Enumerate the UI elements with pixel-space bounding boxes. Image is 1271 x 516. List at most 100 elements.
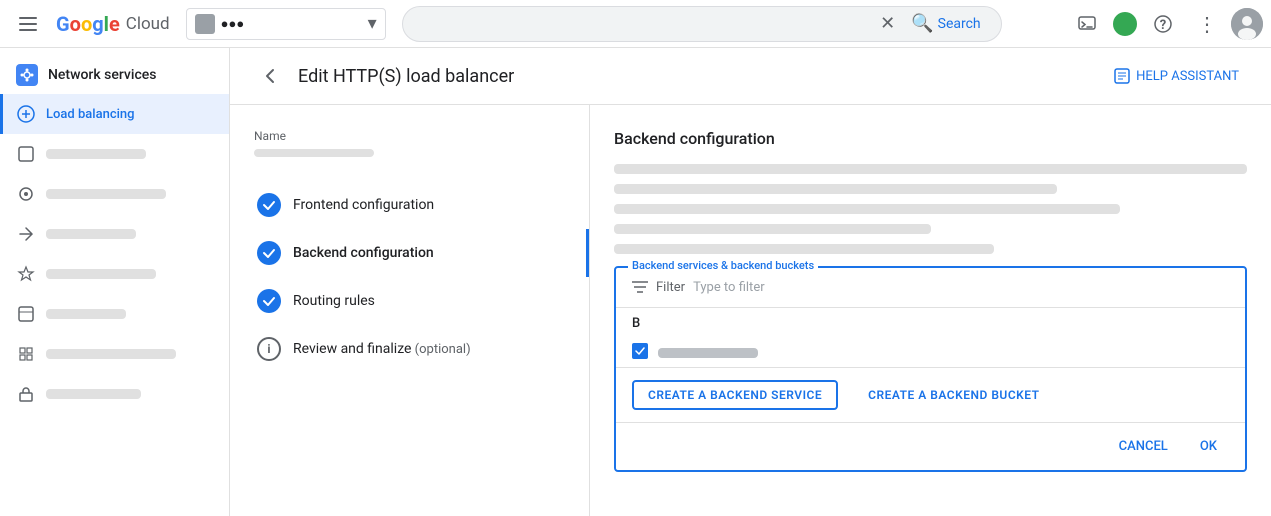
- checkmark-icon-2: [262, 246, 276, 260]
- step-backend[interactable]: Backend configuration: [254, 229, 565, 277]
- skeleton-2: [614, 184, 1057, 194]
- search-icon: 🔍: [911, 13, 933, 34]
- step-frontend[interactable]: Frontend configuration: [254, 181, 565, 229]
- back-arrow-icon: [260, 66, 280, 86]
- project-selector[interactable]: ●●● ▾: [186, 8, 386, 40]
- page-header: Edit HTTP(S) load balancer HELP ASSISTAN…: [230, 48, 1271, 105]
- skeleton-5: [614, 244, 994, 254]
- skeleton-1: [614, 164, 1247, 174]
- hamburger-menu[interactable]: [8, 4, 48, 44]
- cloud-text: Cloud: [126, 14, 170, 34]
- b-section-label: B: [616, 308, 1245, 335]
- step-label-frontend: Frontend configuration: [293, 197, 434, 213]
- clear-icon[interactable]: ✕: [880, 13, 895, 34]
- sidebar-item-2[interactable]: [0, 134, 229, 174]
- create-backend-service-button[interactable]: CREATE A BACKEND SERVICE: [632, 380, 838, 410]
- back-button[interactable]: [254, 60, 286, 92]
- project-name: ●●●: [221, 16, 362, 32]
- sidebar-item-load-balancing[interactable]: Load balancing: [0, 94, 229, 134]
- sidebar-placeholder-2: [46, 149, 146, 159]
- checkmark-icon-3: [262, 294, 276, 308]
- status-indicator: [1111, 10, 1139, 38]
- page-body: Name Frontend configuration Backend conf…: [230, 105, 1271, 516]
- topbar: Google Cloud ●●● ▾ ✕ 🔍 Search ? ⋮: [0, 0, 1271, 48]
- step-label-review: Review and finalize (optional): [293, 341, 471, 357]
- backend-services-label: Backend services & backend buckets: [628, 259, 818, 272]
- help-assistant-button[interactable]: HELP ASSISTANT: [1106, 64, 1247, 88]
- load-balancing-icon: [16, 104, 36, 124]
- cancel-button[interactable]: CANCEL: [1107, 433, 1180, 460]
- sidebar-item-3[interactable]: [0, 174, 229, 214]
- step-check-backend: [257, 241, 281, 265]
- name-value-placeholder: [254, 149, 374, 157]
- google-g: Google: [56, 12, 120, 36]
- steps-panel: Name Frontend configuration Backend conf…: [230, 105, 590, 516]
- sidebar-placeholder-4: [46, 229, 136, 239]
- step-check-routing: [257, 289, 281, 313]
- help-assistant-icon: [1114, 68, 1130, 84]
- search-button[interactable]: 🔍 Search: [903, 9, 988, 38]
- sidebar-item-4[interactable]: [0, 214, 229, 254]
- search-label: Search: [938, 16, 981, 32]
- name-field: Name: [254, 129, 565, 157]
- help-button[interactable]: ?: [1143, 4, 1183, 44]
- backend-services-dropdown[interactable]: Backend services & backend buckets Filte…: [614, 266, 1247, 472]
- sidebar-icon-3: [16, 184, 36, 204]
- search-input[interactable]: [415, 16, 880, 32]
- name-label: Name: [254, 129, 565, 143]
- step-check-review: i: [257, 337, 281, 361]
- sidebar-item-6[interactable]: [0, 294, 229, 334]
- terminal-button[interactable]: [1067, 4, 1107, 44]
- google-cloud-logo: Google Cloud: [56, 12, 170, 36]
- checkmark-icon: [262, 198, 276, 212]
- dropdown-actions: CREATE A BACKEND SERVICE CREATE A BACKEN…: [616, 367, 1245, 422]
- create-backend-bucket-button[interactable]: CREATE A BACKEND BUCKET: [854, 380, 1053, 410]
- sidebar-placeholder-6: [46, 309, 126, 319]
- page-title: Edit HTTP(S) load balancer: [298, 66, 514, 87]
- sidebar-icon-4: [16, 224, 36, 244]
- avatar[interactable]: [1231, 8, 1263, 40]
- step-routing[interactable]: Routing rules: [254, 277, 565, 325]
- filter-label: Filter: [656, 280, 685, 295]
- dropdown-item-1[interactable]: [616, 335, 1245, 367]
- active-step-indicator: [586, 229, 589, 277]
- chevron-down-icon: ▾: [368, 13, 377, 34]
- user-avatar: [1231, 8, 1263, 40]
- terminal-icon: [1077, 14, 1097, 34]
- help-icon: ?: [1153, 14, 1173, 34]
- sidebar-icon-6: [16, 304, 36, 324]
- sidebar-item-7[interactable]: [0, 334, 229, 374]
- step-label-routing: Routing rules: [293, 293, 375, 309]
- page-header-left: Edit HTTP(S) load balancer: [254, 60, 514, 92]
- sidebar-item-8[interactable]: [0, 374, 229, 414]
- step-review[interactable]: i Review and finalize (optional): [254, 325, 565, 373]
- sidebar-icon-8: [16, 384, 36, 404]
- filter-icon: [632, 278, 648, 297]
- topbar-actions: ? ⋮: [1067, 4, 1263, 44]
- sidebar-title: Network services: [48, 67, 156, 83]
- config-title: Backend configuration: [614, 129, 1247, 148]
- sidebar-item-5[interactable]: [0, 254, 229, 294]
- sidebar-item-label: Load balancing: [46, 107, 135, 122]
- project-icon: [195, 14, 215, 34]
- sidebar-icon-7: [16, 344, 36, 364]
- filter-row: Filter Type to filter: [616, 268, 1245, 308]
- item-content: [658, 344, 1229, 358]
- hamburger-icon: [19, 17, 37, 31]
- checkbox-check-icon: [635, 347, 645, 355]
- sidebar-placeholder-5: [46, 269, 156, 279]
- sidebar-placeholder-8: [46, 389, 141, 399]
- step-check-frontend: [257, 193, 281, 217]
- main-content: Edit HTTP(S) load balancer HELP ASSISTAN…: [230, 48, 1271, 516]
- sidebar-placeholder-3: [46, 189, 166, 199]
- filter-type-hint: Type to filter: [693, 280, 765, 295]
- step-label-backend: Backend configuration: [293, 245, 434, 261]
- sidebar-icon-2: [16, 144, 36, 164]
- item-bar-short: [658, 348, 758, 358]
- skeleton-3: [614, 204, 1120, 214]
- item-checkbox[interactable]: [632, 343, 648, 359]
- more-options-button[interactable]: ⋮: [1187, 4, 1227, 44]
- ok-button[interactable]: OK: [1188, 433, 1229, 460]
- dialog-footer: CANCEL OK: [616, 422, 1245, 470]
- config-panel: Backend configuration Backend services &…: [590, 105, 1271, 516]
